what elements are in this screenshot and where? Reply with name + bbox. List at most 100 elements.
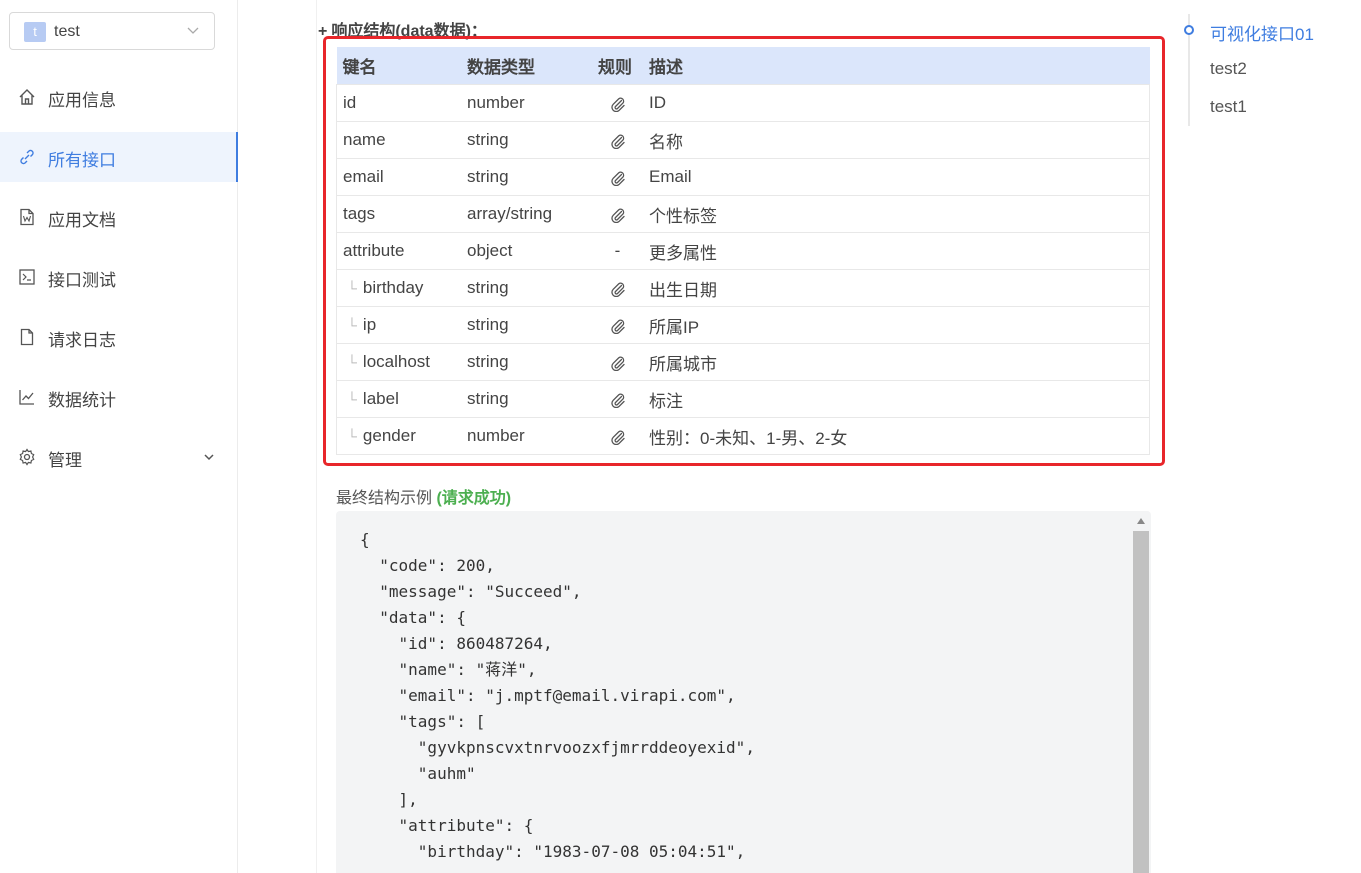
table-body: id number ID name string 名称 email string Email ta… bbox=[336, 84, 1150, 455]
cell-key-text: email bbox=[343, 167, 384, 186]
cell-key-text: ip bbox=[362, 315, 377, 334]
header-rule: 规则 bbox=[592, 47, 643, 85]
sidebar-item-app-docs[interactable]: 应用文档 bbox=[0, 192, 237, 242]
anchor-item-visual-api[interactable]: 可视化接口01 bbox=[1210, 20, 1314, 45]
paperclip-icon[interactable] bbox=[610, 133, 626, 149]
document-icon bbox=[20, 208, 34, 226]
scrollbar[interactable] bbox=[1133, 511, 1149, 873]
tree-branch-icon: └ bbox=[347, 317, 357, 333]
table-row: └ ip string 所属IP bbox=[336, 306, 1150, 344]
cell-key: └ birthday bbox=[336, 269, 461, 307]
home-icon bbox=[19, 89, 35, 105]
code-example[interactable]: { "code": 200, "message": "Succeed", "da… bbox=[336, 511, 1151, 873]
response-structure-table: 键名 数据类型 规则 描述 id number ID name string 名称 emai… bbox=[336, 47, 1150, 455]
sidebar-item-app-info[interactable]: 应用信息 bbox=[0, 72, 237, 122]
sidebar-item-request-logs[interactable]: 请求日志 bbox=[0, 312, 237, 362]
example-title-text: 最终结构示例 bbox=[336, 490, 433, 507]
terminal-icon bbox=[19, 269, 35, 285]
scrollbar-thumb[interactable] bbox=[1133, 531, 1149, 873]
header-type: 数据类型 bbox=[461, 47, 592, 85]
chevron-down-icon bbox=[187, 27, 199, 34]
paperclip-icon[interactable] bbox=[610, 429, 626, 445]
app-name: test bbox=[54, 23, 80, 40]
paperclip-icon[interactable] bbox=[610, 170, 626, 186]
sidebar-item-statistics[interactable]: 数据统计 bbox=[0, 372, 237, 422]
sidebar: t test 应用信息 所有接口 应用文档 接口测试 请求日志 数据统计 管理 bbox=[0, 0, 238, 873]
cell-rule bbox=[592, 343, 643, 381]
table-row: └ gender number 性别：0-未知、1-男、2-女 bbox=[336, 417, 1150, 455]
example-status: (请求成功) bbox=[436, 490, 512, 507]
tree-branch-icon: └ bbox=[347, 280, 357, 296]
header-key: 键名 bbox=[336, 47, 461, 85]
anchor-item-test1[interactable]: test1 bbox=[1210, 97, 1247, 117]
app-avatar: t bbox=[24, 22, 46, 42]
cell-desc: ID bbox=[643, 84, 1150, 122]
file-icon bbox=[20, 328, 34, 346]
cell-desc: 名称 bbox=[643, 121, 1150, 159]
header-desc: 描述 bbox=[643, 47, 1150, 85]
cell-type: string bbox=[461, 306, 592, 344]
cell-rule bbox=[592, 417, 643, 455]
table-row: └ localhost string 所属城市 bbox=[336, 343, 1150, 381]
app-selector[interactable]: t test bbox=[9, 12, 215, 50]
table-row: name string 名称 bbox=[336, 121, 1150, 159]
sidebar-item-label: 应用信息 bbox=[48, 91, 116, 110]
sidebar-item-label: 请求日志 bbox=[48, 331, 116, 350]
cell-type: string bbox=[461, 121, 592, 159]
cell-type: string bbox=[461, 158, 592, 196]
cell-rule bbox=[592, 158, 643, 196]
cell-type: array/string bbox=[461, 195, 592, 233]
content-divider bbox=[316, 0, 317, 873]
cell-key: id bbox=[336, 84, 461, 122]
cell-key-text: tags bbox=[343, 204, 376, 223]
table-header-row: 键名 数据类型 规则 描述 bbox=[336, 47, 1150, 85]
cell-desc: 所属城市 bbox=[643, 343, 1150, 381]
gear-icon bbox=[19, 448, 35, 466]
cell-key: └ localhost bbox=[336, 343, 461, 381]
cell-desc: 标注 bbox=[643, 380, 1150, 418]
table-row: └ label string 标注 bbox=[336, 380, 1150, 418]
cell-rule bbox=[592, 306, 643, 344]
table-row: email string Email bbox=[336, 158, 1150, 196]
table-row: └ birthday string 出生日期 bbox=[336, 269, 1150, 307]
chevron-down-icon[interactable] bbox=[203, 451, 215, 463]
tree-branch-icon: └ bbox=[347, 391, 357, 407]
cell-desc: 出生日期 bbox=[643, 269, 1150, 307]
paperclip-icon[interactable] bbox=[610, 96, 626, 112]
table-row: tags array/string 个性标签 bbox=[336, 195, 1150, 233]
cell-desc: 所属IP bbox=[643, 306, 1150, 344]
cell-key: └ label bbox=[336, 380, 461, 418]
example-title: 最终结构示例 (请求成功) bbox=[336, 484, 511, 508]
anchor-nav: 可视化接口01 test2 test1 bbox=[1183, 14, 1353, 126]
sidebar-item-label: 数据统计 bbox=[48, 391, 116, 410]
sidebar-item-api-test[interactable]: 接口测试 bbox=[0, 252, 237, 302]
anchor-item-test2[interactable]: test2 bbox=[1210, 59, 1247, 79]
paperclip-icon[interactable] bbox=[610, 281, 626, 297]
cell-key: attribute bbox=[336, 232, 461, 270]
paperclip-icon[interactable] bbox=[610, 392, 626, 408]
cell-desc: Email bbox=[643, 158, 1150, 196]
cell-key-text: localhost bbox=[362, 352, 431, 371]
cell-rule: - bbox=[592, 232, 643, 270]
table-row: attribute object - 更多属性 bbox=[336, 232, 1150, 270]
paperclip-icon[interactable] bbox=[610, 318, 626, 334]
scroll-up-icon[interactable] bbox=[1137, 518, 1145, 524]
cell-key: name bbox=[336, 121, 461, 159]
cell-key: email bbox=[336, 158, 461, 196]
paperclip-icon[interactable] bbox=[610, 355, 626, 371]
cell-rule bbox=[592, 121, 643, 159]
cell-key-text: label bbox=[362, 389, 399, 408]
cell-type: string bbox=[461, 380, 592, 418]
sidebar-item-all-apis[interactable]: 所有接口 bbox=[0, 132, 238, 182]
cell-key: tags bbox=[336, 195, 461, 233]
cell-key-text: id bbox=[343, 93, 357, 112]
paperclip-icon[interactable] bbox=[610, 207, 626, 223]
sidebar-item-manage[interactable]: 管理 bbox=[0, 432, 237, 482]
cell-type: number bbox=[461, 84, 592, 122]
cell-key: └ ip bbox=[336, 306, 461, 344]
cell-key-text: attribute bbox=[343, 241, 405, 260]
cell-key: └ gender bbox=[336, 417, 461, 455]
anchor-active-dot bbox=[1184, 25, 1194, 35]
sidebar-menu: 应用信息 所有接口 应用文档 接口测试 请求日志 数据统计 管理 bbox=[0, 72, 238, 492]
cell-desc: 性别：0-未知、1-男、2-女 bbox=[643, 417, 1150, 455]
